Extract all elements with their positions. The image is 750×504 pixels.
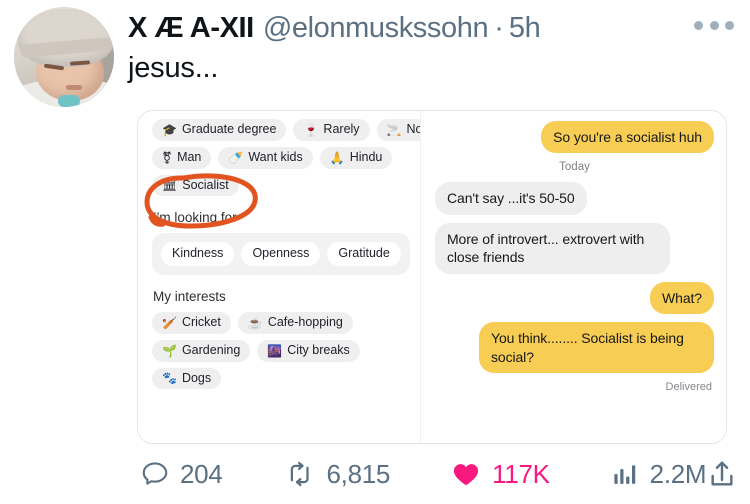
tweet-action-bar: 204 6,815 117K 2.2M (140, 452, 733, 496)
cityscape-icon: 🌆 (267, 343, 283, 358)
chat-message-outgoing-2: What? (435, 281, 714, 315)
chip-label: Man (177, 149, 202, 164)
more-dot-1 (694, 20, 703, 30)
graduation-cap-icon: 🎓 (162, 122, 177, 137)
display-name[interactable]: X Æ A-XII (128, 12, 254, 45)
views-bar-chart-icon (614, 465, 635, 484)
chip-gardening: 🌱 Gardening (152, 339, 251, 362)
interests-row-3: 🐾 Dogs (152, 367, 420, 390)
chat-message-outgoing-3: You think........ Socialist is being soc… (435, 322, 714, 374)
like-count: 117K (492, 458, 550, 489)
tweet-text: jesus... (128, 52, 219, 84)
chip-label: Hindu (349, 149, 383, 164)
embedded-media-card[interactable]: 🎓 Graduate degree 🍷 Rarely 🚬 No ⚧ Man (137, 110, 727, 444)
profile-chip-row-2: ⚧ Man 🍼 Want kids 🙏 Hindu (152, 146, 420, 169)
chat-message-outgoing-1: So you're a socialist huh (435, 121, 714, 154)
chip-drinking: 🍷 Rarely (293, 119, 370, 141)
reply-icon (142, 462, 168, 485)
cricket-icon: 🏏 (162, 315, 177, 330)
wine-glass-icon: 🍷 (303, 122, 319, 137)
like-button[interactable]: 117K (450, 459, 550, 490)
avatar-mouth (66, 85, 82, 90)
chat-bubble: Can't say ...it's 50-50 (435, 182, 587, 215)
more-dot-3 (725, 20, 734, 30)
chip-politics-socialist: 🏛 Socialist (152, 174, 239, 197)
gender-icon: ⚧ (162, 150, 173, 165)
baby-bottle-icon: 🍼 (228, 150, 244, 165)
dating-profile-panel: 🎓 Graduate degree 🍷 Rarely 🚬 No ⚧ Man (138, 111, 420, 443)
interests-section: My interests 🏏 Cricket ☕ Cafe-hopping 🌱 … (152, 289, 420, 390)
user-handle[interactable]: @elonmuskssohn (263, 12, 489, 45)
heart-icon (453, 464, 479, 486)
chip-label: Openness (252, 246, 310, 261)
chip-label: Graduate degree (181, 122, 277, 136)
more-dot-2 (709, 20, 719, 30)
looking-for-block: Kindness Openness Gratitude (152, 233, 410, 275)
coffee-cup-icon: ☕ (247, 315, 263, 330)
chip-label: Cafe-hopping (267, 315, 343, 329)
chip-gratitude: Gratitude (327, 242, 401, 266)
chat-message-incoming-2: More of introvert... extrovert with clos… (435, 222, 714, 274)
views-button[interactable]: 2.2M (610, 459, 707, 490)
chat-bubble: More of introvert... extrovert with clos… (435, 222, 670, 274)
avatar[interactable] (14, 7, 114, 107)
more-options-icon[interactable] (694, 16, 734, 34)
tweet-header: X Æ A-XII @elonmuskssohn · 5h (128, 12, 541, 45)
reply-button[interactable]: 204 (140, 458, 223, 490)
separator-dot: · (494, 12, 504, 44)
chip-label: Socialist (182, 177, 229, 192)
chip-openness: Openness (241, 242, 321, 266)
chip-label: Rarely (323, 122, 360, 136)
avatar-pacifier (58, 95, 80, 107)
delivered-status: Delivered (665, 381, 712, 394)
seedling-icon: 🌱 (162, 343, 177, 358)
chip-graduate-degree: 🎓 Graduate degree (152, 119, 287, 141)
chip-label: Gardening (181, 342, 241, 357)
chip-cricket: 🏏 Cricket (152, 312, 231, 334)
paw-prints-icon: 🐾 (162, 371, 177, 386)
chip-kids: 🍼 Want kids (218, 146, 313, 169)
chat-panel: So you're a socialist huh Today Can't sa… (420, 111, 726, 443)
retweet-icon (291, 461, 310, 487)
chip-label: City breaks (287, 342, 350, 357)
chip-city-breaks: 🌆 City breaks (257, 339, 360, 362)
chip-label: Gratitude (338, 246, 390, 261)
looking-for-label: I'm looking for (153, 210, 237, 226)
timestamp[interactable]: 5h (509, 12, 541, 45)
bank-building-icon: 🏛 (162, 178, 178, 193)
chip-gender: ⚧ Man (152, 146, 212, 169)
chip-smoking: 🚬 No (376, 119, 421, 141)
interests-row-2: 🌱 Gardening 🌆 City breaks (152, 339, 420, 362)
retweet-button[interactable]: 6,815 (284, 459, 390, 490)
chip-label: Cricket (181, 315, 221, 329)
chip-label: Dogs (181, 370, 212, 385)
chip-kindness: Kindness (161, 242, 235, 266)
tweet-container: X Æ A-XII @elonmuskssohn · 5h jesus... 🎓… (0, 0, 750, 504)
retweet-count: 6,815 (326, 458, 391, 489)
praying-hands-icon: 🙏 (329, 150, 345, 165)
chat-bubble: What? (650, 281, 714, 315)
chip-label: No (406, 122, 421, 136)
chat-message-incoming-1: Can't say ...it's 50-50 (435, 182, 714, 215)
cigarette-icon: 🚬 (386, 122, 402, 137)
interests-label: My interests (153, 289, 226, 304)
interests-row-1: 🏏 Cricket ☕ Cafe-hopping (152, 312, 420, 334)
chip-religion: 🙏 Hindu (319, 146, 393, 169)
chat-daystamp: Today (559, 161, 590, 174)
reply-count: 204 (180, 458, 223, 489)
share-icon (711, 461, 733, 486)
chip-label: Kindness (172, 246, 224, 261)
chat-bubble: So you're a socialist huh (541, 121, 714, 154)
profile-chip-row-3: 🏛 Socialist (152, 174, 420, 197)
chip-label: Want kids (248, 149, 303, 164)
chat-bubble: You think........ Socialist is being soc… (479, 322, 714, 374)
views-count: 2.2M (649, 458, 707, 489)
chip-cafe-hopping: ☕ Cafe-hopping (237, 312, 353, 334)
chip-dogs: 🐾 Dogs (152, 367, 222, 390)
profile-chip-row-1: 🎓 Graduate degree 🍷 Rarely 🚬 No (152, 119, 420, 141)
share-button[interactable] (706, 458, 748, 490)
